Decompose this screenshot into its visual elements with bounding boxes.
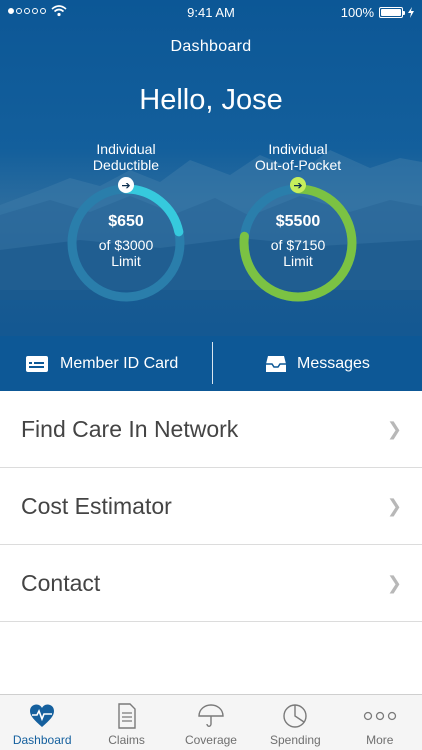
arrow-right-icon: ➔ bbox=[118, 177, 134, 193]
battery-area: 100% bbox=[341, 5, 414, 20]
list-item-cost-estimator[interactable]: Cost Estimator ❯ bbox=[0, 468, 422, 545]
gauge-label: Individual Deductible bbox=[60, 141, 192, 175]
member-id-card-label: Member ID Card bbox=[60, 354, 179, 372]
tab-label: More bbox=[366, 733, 394, 747]
list-item-contact[interactable]: Contact ❯ bbox=[0, 545, 422, 622]
gauge-limit: of $3000 Limit bbox=[62, 237, 190, 269]
gauge-label-line2: Out-of-Pocket bbox=[254, 157, 342, 173]
list-item-label: Contact bbox=[21, 569, 101, 596]
status-bar: 9:41 AM 100% bbox=[0, 0, 422, 26]
gauge-label-line1: Individual bbox=[268, 141, 328, 157]
gauge-amount: $5500 bbox=[275, 213, 321, 230]
dashboard-hero: 9:41 AM 100% Dashboard Hello, Jose Indiv… bbox=[0, 0, 422, 391]
inbox-icon bbox=[266, 355, 286, 372]
list-item-find-care[interactable]: Find Care In Network ❯ bbox=[0, 391, 422, 468]
chevron-right-icon: ❯ bbox=[386, 495, 402, 516]
gauge-label-line2: Deductible bbox=[92, 157, 160, 173]
gauge-label: Individual Out-of-Pocket bbox=[232, 141, 364, 175]
messages-label: Messages bbox=[297, 354, 370, 372]
messages-button[interactable]: Messages bbox=[266, 336, 422, 391]
pie-chart-icon bbox=[283, 704, 308, 728]
tab-label: Spending bbox=[270, 733, 321, 747]
deductible-ring: ➔ $650 of $3000 Limit bbox=[62, 177, 190, 307]
gauge-limit-line1: of $3000 bbox=[98, 237, 154, 253]
tab-spending[interactable]: Spending bbox=[253, 695, 337, 750]
greeting-text: Hello, Jose bbox=[139, 84, 283, 116]
arrow-right-icon: ➔ bbox=[290, 177, 306, 193]
tab-label: Dashboard bbox=[12, 733, 72, 747]
menu-list: Find Care In Network ❯ Cost Estimator ❯ … bbox=[0, 391, 422, 622]
tab-claims[interactable]: Claims bbox=[84, 695, 168, 750]
heart-pulse-icon bbox=[30, 704, 55, 727]
gauge-limit: of $7150 Limit bbox=[234, 237, 362, 269]
tab-label: Claims bbox=[108, 733, 145, 747]
tab-label: Coverage bbox=[184, 733, 237, 747]
gauge-limit-line2: Limit bbox=[283, 253, 313, 269]
chevron-right-icon: ❯ bbox=[386, 572, 402, 593]
ring-center: $650 of $3000 Limit bbox=[62, 213, 190, 269]
gauge-amount: $650 bbox=[108, 213, 144, 230]
tab-more[interactable]: More bbox=[338, 695, 422, 750]
action-divider bbox=[212, 342, 213, 384]
out-of-pocket-ring: ➔ $5500 of $7150 Limit bbox=[234, 177, 362, 307]
gauge-limit-line2: Limit bbox=[111, 253, 141, 269]
chevron-right-icon: ❯ bbox=[386, 418, 402, 439]
tab-coverage[interactable]: Coverage bbox=[169, 695, 253, 750]
ring-center: $5500 of $7150 Limit bbox=[234, 213, 362, 269]
document-icon bbox=[117, 703, 136, 729]
deductible-gauge[interactable]: Individual Deductible ➔ $650 of $3000 Li… bbox=[60, 141, 192, 307]
tab-dashboard[interactable]: Dashboard bbox=[0, 695, 84, 750]
gauge-label-line1: Individual bbox=[96, 141, 156, 157]
more-dots-icon bbox=[363, 711, 396, 721]
id-card-icon bbox=[26, 355, 48, 372]
tab-bar: Dashboard Claims Coverage Spending More bbox=[0, 694, 422, 750]
member-id-card-button[interactable]: Member ID Card bbox=[26, 336, 212, 391]
umbrella-icon bbox=[198, 704, 224, 727]
list-item-label: Cost Estimator bbox=[21, 492, 172, 519]
charging-bolt-icon bbox=[408, 7, 414, 18]
list-item-label: Find Care In Network bbox=[21, 415, 239, 442]
out-of-pocket-gauge[interactable]: Individual Out-of-Pocket ➔ $5500 of $715… bbox=[232, 141, 364, 307]
gauge-limit-line1: of $7150 bbox=[270, 237, 326, 253]
page-title: Dashboard bbox=[170, 38, 252, 55]
battery-icon bbox=[379, 7, 405, 18]
quick-actions-bar: Member ID Card Messages bbox=[0, 336, 422, 391]
battery-percent: 100% bbox=[340, 5, 374, 20]
